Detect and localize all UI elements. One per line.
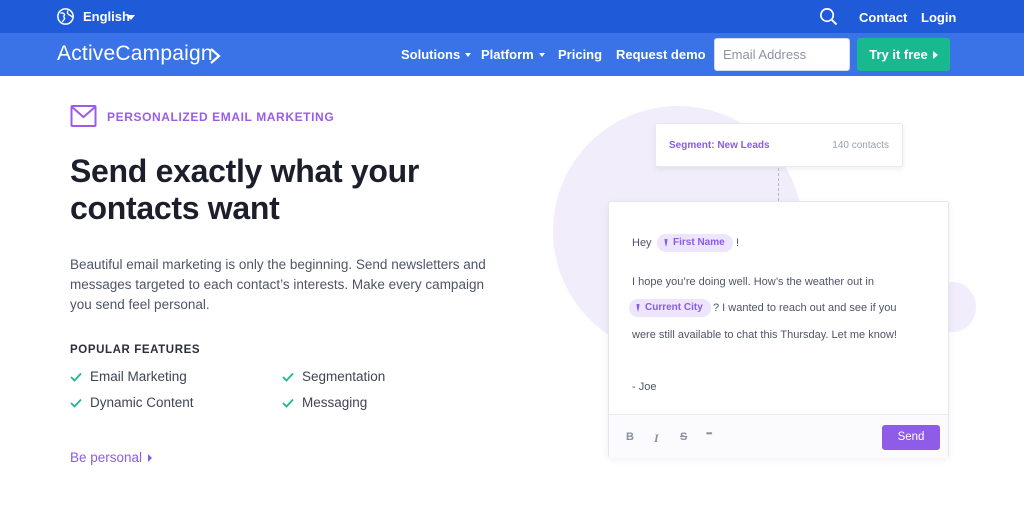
first-name-tag: First Name [657,234,733,252]
login-link[interactable]: Login [921,10,956,25]
globe-icon[interactable] [57,8,74,25]
editor-toolbar: B I S ••• Send [609,414,948,458]
connector-line [778,168,779,201]
try-it-free-label: Try it free [869,47,928,62]
envelope-icon [70,105,97,127]
segment-label: Segment: New Leads [669,140,770,151]
chevron-down-icon [538,52,545,57]
pin-icon [664,239,668,247]
current-city-tag-label: Current City [645,302,703,313]
hero-description: Beautiful email marketing is only the be… [70,257,486,312]
email-line-2: ? I wanted to reach out and see if you [713,302,897,314]
be-personal-link[interactable]: Be personal [70,450,153,465]
nav-platform-label: Platform [481,47,534,62]
feature-email-marketing: Email Marketing [90,369,187,384]
check-icon [70,398,82,408]
nav-solutions[interactable]: Solutions [401,47,472,62]
email-line-1: I hope you’re doing well. How’s the weat… [632,276,874,288]
email-address-input[interactable] [714,38,850,71]
play-arrow-icon [932,51,938,59]
email-signature: - Joe [632,381,657,393]
try-it-free-button[interactable]: Try it free [857,38,950,71]
search-icon[interactable] [819,7,838,26]
chevron-down-icon [465,52,472,57]
check-icon [70,372,82,382]
language-selector[interactable]: English [83,9,130,24]
more-options-button[interactable]: ••• [706,429,712,438]
email-preview-card: Hey First Name ! I hope you’re doing wel… [608,201,949,458]
nav-platform[interactable]: Platform [481,47,545,62]
popular-features-heading: POPULAR FEATURES [70,344,201,356]
italic-button[interactable]: I [654,431,659,446]
pin-icon [636,304,640,312]
logo-chevron-icon [210,48,221,64]
segment-count: 140 contacts [832,140,889,151]
arrow-right-icon [148,454,153,462]
nav-request-demo[interactable]: Request demo [616,47,706,62]
current-city-tag: Current City [629,299,711,317]
top-utility-bar: English Contact Login [0,0,1024,33]
page-headline: Send exactly what your contacts want [70,153,420,226]
check-icon [282,398,294,408]
contact-link[interactable]: Contact [859,10,907,25]
section-eyebrow: PERSONALIZED EMAIL MARKETING [107,110,335,124]
nav-pricing[interactable]: Pricing [558,47,602,62]
feature-segmentation: Segmentation [302,369,386,384]
nav-solutions-label: Solutions [401,47,461,62]
email-greeting: Hey [632,237,652,249]
feature-messaging: Messaging [302,395,368,410]
logo[interactable]: ActiveCampaign [57,42,213,66]
first-name-tag-label: First Name [673,237,725,248]
segment-card: Segment: New Leads 140 contacts [655,123,903,167]
feature-dynamic-content: Dynamic Content [90,395,194,410]
check-icon [282,372,294,382]
be-personal-label: Be personal [70,450,143,465]
email-line-3: were still available to chat this Thursd… [632,329,897,341]
chevron-down-icon[interactable] [127,15,135,20]
send-button[interactable]: Send [882,425,940,450]
main-navigation: ActiveCampaign Solutions Platform Pricin… [0,33,1024,76]
email-exclaim: ! [736,237,740,249]
strikethrough-button[interactable]: S [680,431,687,443]
bold-button[interactable]: B [626,431,634,443]
